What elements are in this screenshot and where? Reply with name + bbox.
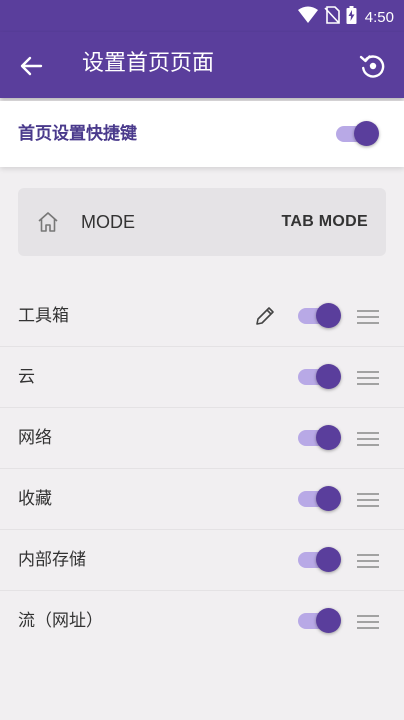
item-toggle[interactable] (296, 547, 341, 573)
no-sim-icon (324, 6, 340, 28)
toggle-thumb (316, 425, 341, 450)
back-button[interactable] (14, 49, 48, 83)
shortcut-toggle[interactable] (334, 121, 379, 147)
drag-handle-icon[interactable] (356, 431, 380, 447)
mode-card: MODE TAB MODE (18, 188, 386, 256)
toggle-thumb (316, 364, 341, 389)
drag-handle-icon[interactable] (356, 553, 380, 569)
status-time: 4:50 (364, 8, 394, 26)
list-item: 收藏 (0, 469, 404, 530)
drag-handle-icon[interactable] (356, 370, 380, 386)
battery-charging-icon (346, 6, 357, 28)
restore-icon (359, 55, 385, 78)
page-title: 设置首页页面 (82, 51, 215, 76)
status-bar: 4:50 (0, 0, 404, 32)
item-toggle[interactable] (296, 608, 341, 634)
home-items-list: 工具箱 云 网络 收藏 内部存储 流（网址） (0, 286, 404, 651)
shortcut-label: 首页设置快捷键 (18, 124, 137, 144)
status-icons: 4:50 (297, 6, 394, 28)
shortcut-setting-row[interactable]: 首页设置快捷键 (0, 101, 404, 167)
item-toggle[interactable] (296, 303, 341, 329)
item-label: 云 (18, 367, 35, 387)
item-toggle[interactable] (296, 364, 341, 390)
list-item: 流（网址） (0, 591, 404, 651)
home-icon (36, 210, 60, 234)
wifi-icon (297, 6, 318, 28)
toggle-thumb (316, 486, 341, 511)
drag-handle-icon[interactable] (356, 492, 380, 508)
tab-mode-button[interactable]: TAB MODE (281, 210, 368, 234)
pencil-icon[interactable] (253, 304, 277, 328)
list-item: 内部存储 (0, 530, 404, 591)
mode-label: MODE (81, 212, 135, 232)
item-label: 收藏 (18, 489, 52, 509)
list-item: 云 (0, 347, 404, 408)
toggle-thumb (316, 303, 341, 328)
item-label: 内部存储 (18, 550, 86, 570)
list-item: 网络 (0, 408, 404, 469)
item-label: 网络 (18, 428, 52, 448)
arrow-left-icon (20, 56, 43, 76)
drag-handle-icon[interactable] (356, 614, 380, 630)
toggle-thumb (354, 121, 379, 146)
list-item: 工具箱 (0, 286, 404, 347)
item-label: 流（网址） (18, 611, 103, 631)
drag-handle-icon[interactable] (356, 309, 380, 325)
toggle-thumb (316, 547, 341, 572)
item-toggle[interactable] (296, 486, 341, 512)
app-bar: 设置首页页面 (0, 32, 404, 98)
toggle-thumb (316, 608, 341, 633)
restore-button[interactable] (356, 49, 390, 83)
item-label: 工具箱 (18, 306, 69, 326)
item-toggle[interactable] (296, 425, 341, 451)
